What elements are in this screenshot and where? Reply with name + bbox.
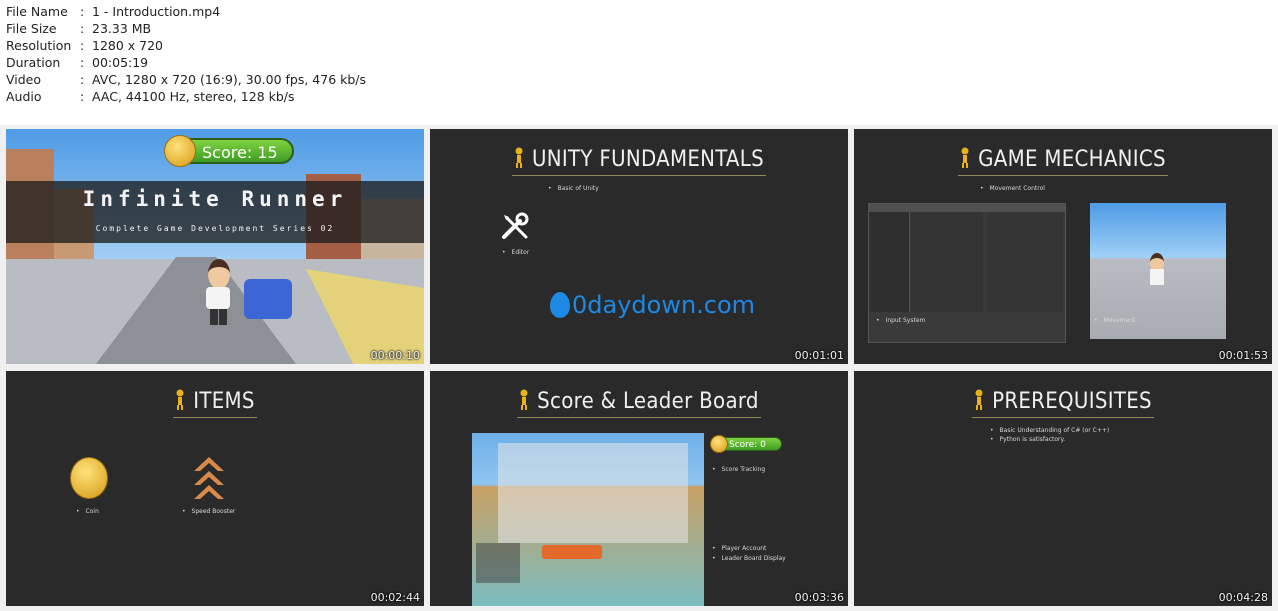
blue-car [244,279,292,319]
slide-bullet: Basic Understanding of C# (or C++) [990,427,1110,434]
slide-bullet: Coin [76,508,99,515]
slide-bullet: Movement Control [980,185,1045,192]
watermark: 0daydown.com [550,291,755,319]
file-info-row: File Size:23.33 MB [6,21,152,36]
runner-icon [972,389,986,411]
file-info: File Name:1 - Introduction.mp4 File Size… [6,3,366,105]
runner-icon [173,389,187,411]
slide-bullet: Basic of Unity [548,185,599,192]
speed-booster-icon [192,455,226,505]
leaderboard-screenshot [472,433,704,606]
timestamp: 00:04:28 [1218,591,1268,604]
thumbnail-1[interactable]: Infinite Runner Complete Game Developmen… [6,129,424,364]
thumbnail-6[interactable]: PREREQUISITES Basic Understanding of C# … [854,371,1272,606]
thumbnail-3[interactable]: GAME MECHANICS Movement Control Input Sy… [854,129,1272,364]
watermark-logo-icon [550,292,570,318]
timestamp: 00:03:36 [794,591,844,604]
slide-title: PREREQUISITES [854,389,1272,418]
thumbnail-4[interactable]: ITEMS Coin Speed Booster 00:02:44 [6,371,424,606]
runner-icon [958,147,972,169]
file-info-row: Duration:00:05:19 [6,55,149,70]
runner-character [204,259,232,329]
coin-icon [710,435,728,453]
timestamp: 00:00:10 [370,349,420,362]
slide-bullet: Score Tracking [712,466,766,473]
slide-bullet: Player Account [712,545,767,552]
slide-bullet: Python is satisfactory. [990,436,1066,443]
slide-title: UNITY FUNDAMENTALS [430,147,848,176]
file-info-row: Audio: AAC, 44100 Hz, stereo, 128 kb/s [6,89,295,104]
runner-icon [517,389,531,411]
timestamp: 00:01:53 [1218,349,1268,362]
slide-title: Score & Leader Board [430,389,848,418]
tools-icon [500,211,530,245]
file-info-row: File Name:1 - Introduction.mp4 [6,4,221,19]
timestamp: 00:01:01 [794,349,844,362]
file-info-row: Resolution:1280 x 720 [6,38,164,53]
thumbnail-2[interactable]: UNITY FUNDAMENTALS Basic of Unity Editor… [430,129,848,364]
slide-bullet: Input System [876,317,926,324]
game-title: Infinite Runner [82,187,348,211]
thumbnail-grid: Infinite Runner Complete Game Developmen… [0,125,1278,611]
slide-bullet: Editor [502,249,530,256]
slide-title: ITEMS [6,389,424,418]
slide-bullet: Speed Booster [182,508,236,515]
runner-icon [512,147,526,169]
thumbnail-5[interactable]: Score & Leader Board Score: 0 Score Trac… [430,371,848,606]
timestamp: 00:02:44 [370,591,420,604]
coin-icon [70,457,108,499]
coin-icon [164,135,196,167]
game-subtitle: Complete Game Development Series 02 [95,224,335,233]
slide-bullet: Movement [1094,317,1136,324]
slide-bullet: Leader Board Display [712,555,786,562]
slide-title: GAME MECHANICS [854,147,1272,176]
file-info-row: Video: AVC, 1280 x 720 (16:9), 30.00 fps,… [6,72,367,87]
